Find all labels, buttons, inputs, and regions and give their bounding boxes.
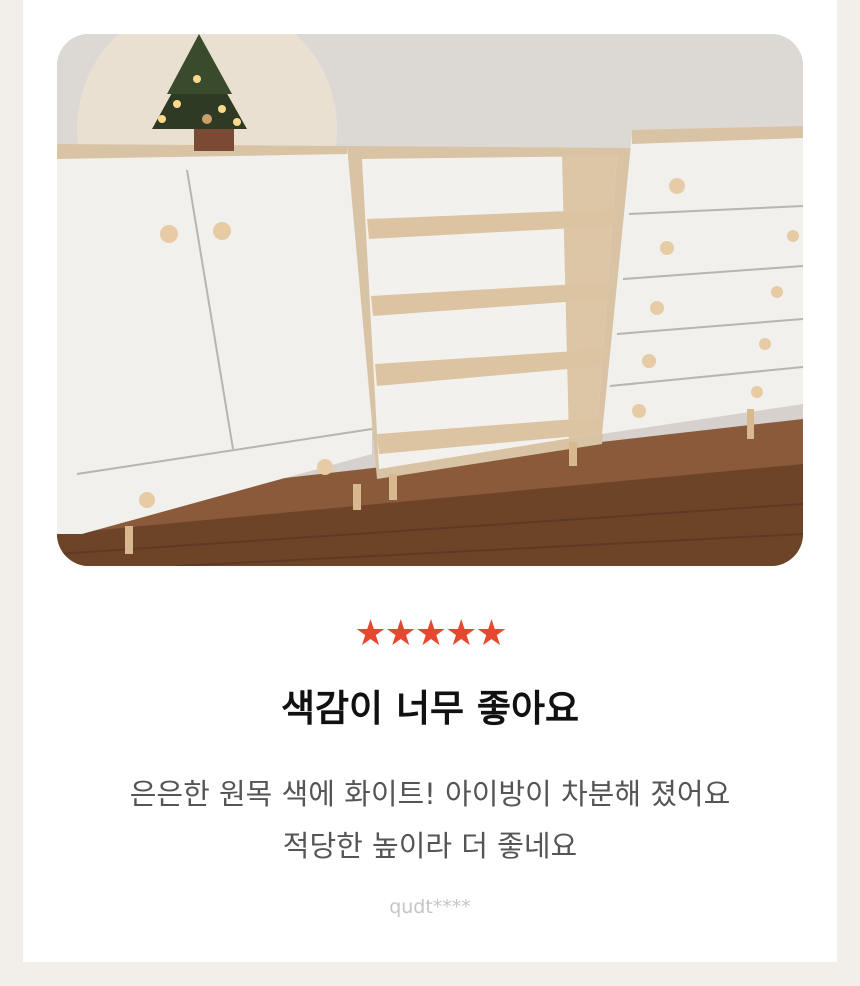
review-body-line: 은은한 원목 색에 화이트! 아이방이 차분해 졌어요	[129, 777, 731, 811]
review-body: 은은한 원목 색에 화이트! 아이방이 차분해 졌어요 적당한 높이라 더 좋네…	[23, 768, 837, 872]
review-title: 색감이 너무 좋아요	[280, 687, 580, 730]
star-rating: ★★★★★	[354, 613, 507, 654]
review-body-line: 적당한 높이라 더 좋네요	[282, 829, 578, 863]
review-author: qudt****	[389, 896, 471, 918]
review-photo[interactable]	[57, 34, 803, 566]
review-card: ★★★★★ 색감이 너무 좋아요 은은한 원목 색에 화이트! 아이방이 차분해…	[23, 0, 837, 962]
furniture-photo-image	[57, 34, 803, 566]
